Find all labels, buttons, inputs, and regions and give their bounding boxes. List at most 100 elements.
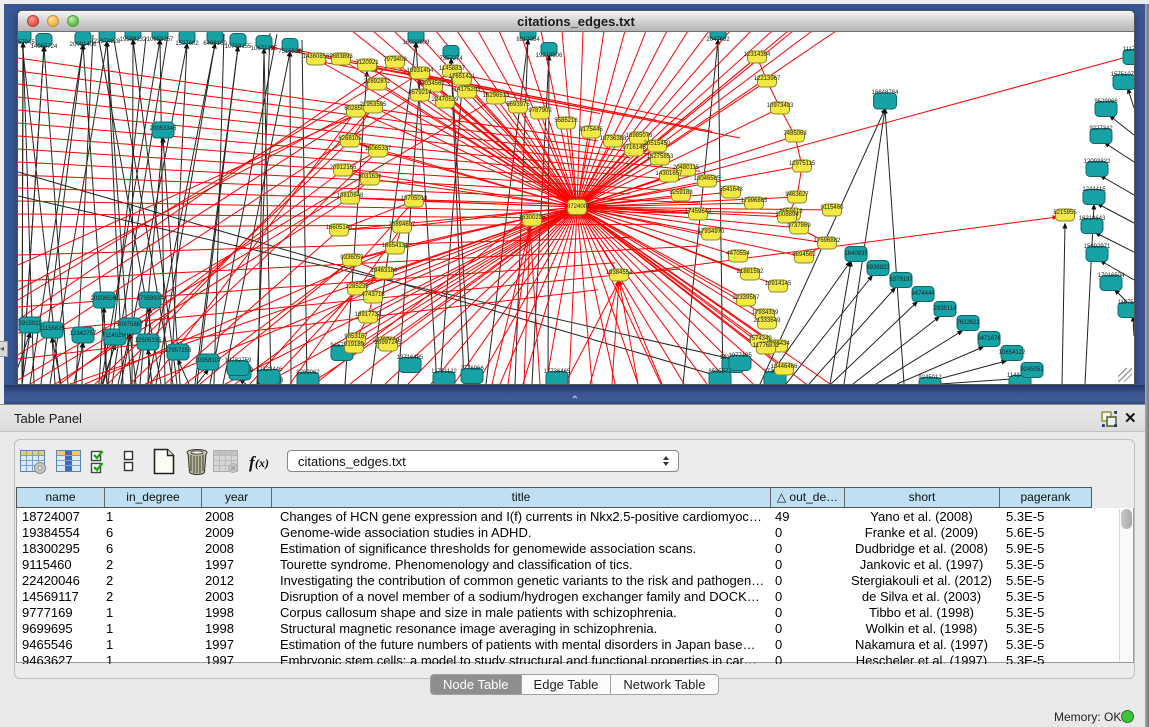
svg-text:12314394: 12314394: [744, 52, 771, 58]
svg-text:3120921: 3120921: [355, 60, 379, 66]
svg-text:17736465: 17736465: [544, 369, 571, 375]
svg-text:1008894: 1008894: [775, 212, 799, 218]
svg-text:19463180: 19463180: [371, 268, 398, 274]
svg-text:13705018: 13705018: [401, 196, 428, 202]
svg-text:18724007: 18724007: [564, 204, 591, 210]
svg-text:11781122: 11781122: [431, 369, 457, 375]
svg-text:17934970: 17934970: [698, 229, 725, 235]
svg-text:(x): (x): [255, 456, 269, 470]
svg-text:14175203: 14175203: [454, 87, 481, 93]
svg-text:13810648: 13810648: [337, 193, 364, 199]
svg-text:6268105: 6268105: [338, 136, 362, 142]
svg-text:18917734: 18917734: [355, 312, 382, 318]
svg-text:8215955: 8215955: [1053, 210, 1077, 216]
svg-text:10958107: 10958107: [195, 358, 222, 364]
svg-text:20997245: 20997245: [375, 340, 402, 346]
svg-text:10654122: 10654122: [999, 350, 1026, 356]
svg-text:9737869: 9737869: [787, 223, 811, 229]
svg-text:16605148: 16605148: [326, 225, 353, 231]
svg-text:7485063: 7485063: [783, 131, 807, 137]
svg-text:8269062: 8269062: [296, 370, 320, 376]
svg-text:15300235: 15300235: [519, 215, 546, 221]
svg-text:6894562: 6894562: [792, 252, 816, 258]
svg-text:5585216: 5585216: [554, 118, 578, 124]
svg-text:22470529: 22470529: [432, 97, 459, 103]
svg-text:1285239: 1285239: [345, 284, 369, 290]
svg-text:13446466: 13446466: [771, 364, 798, 370]
svg-text:12093822: 12093822: [1084, 159, 1111, 165]
svg-text:20515450: 20515450: [644, 141, 671, 147]
svg-text:10719155: 10719155: [225, 44, 252, 50]
svg-text:9883893: 9883893: [329, 54, 353, 60]
svg-text:17996865: 17996865: [741, 198, 768, 204]
svg-text:5541643: 5541643: [719, 187, 743, 193]
svg-text:17957253: 17957253: [165, 348, 192, 354]
svg-text:1167534: 1167534: [1118, 300, 1134, 306]
svg-text:1640935: 1640935: [844, 251, 868, 257]
svg-text:15065337: 15065337: [365, 146, 392, 152]
svg-text:9336057: 9336057: [340, 255, 364, 261]
svg-text:4470554: 4470554: [726, 251, 750, 257]
svg-text:11156829: 11156829: [39, 326, 65, 332]
svg-text:19218506: 19218506: [536, 53, 563, 59]
svg-text:8585577: 8585577: [708, 369, 732, 375]
svg-text:2047682: 2047682: [706, 37, 730, 43]
svg-text:17459643: 17459643: [685, 209, 712, 215]
svg-text:7357274: 7357274: [439, 56, 463, 62]
svg-text:22892872: 22892872: [364, 79, 391, 85]
svg-text:14055724: 14055724: [31, 44, 58, 50]
svg-text:3031636: 3031636: [358, 174, 382, 180]
svg-text:4579214: 4579214: [408, 90, 432, 96]
svg-text:19931404: 19931404: [407, 68, 434, 74]
svg-text:8034562: 8034562: [421, 81, 445, 87]
svg-text:919189: 919189: [344, 342, 365, 348]
svg-text:9227342: 9227342: [1089, 126, 1113, 132]
svg-text:15751074: 15751074: [1111, 72, 1134, 78]
svg-text:21333649: 21333649: [754, 318, 781, 324]
svg-text:19588132: 19588132: [120, 37, 147, 43]
svg-text:10671355: 10671355: [251, 46, 278, 52]
svg-text:12213967: 12213967: [754, 76, 781, 82]
svg-text:7632621: 7632621: [956, 320, 980, 326]
svg-text:9463627: 9463627: [785, 192, 809, 198]
svg-text:10973493: 10973493: [767, 103, 794, 109]
svg-text:12342757: 12342757: [70, 331, 97, 337]
svg-text:5693975: 5693975: [506, 102, 530, 108]
svg-text:19384554: 19384554: [606, 270, 633, 276]
svg-text:9245012: 9245012: [918, 375, 942, 381]
svg-text:19736388: 19736388: [600, 136, 627, 142]
svg-text:18654131: 18654131: [382, 243, 409, 249]
svg-text:7979409: 7979409: [383, 57, 407, 63]
svg-text:10653267: 10653267: [147, 37, 174, 43]
svg-text:10975887: 10975887: [117, 322, 144, 328]
svg-text:15275853: 15275853: [647, 154, 674, 160]
svg-text:16296513: 16296513: [483, 93, 510, 99]
svg-text:8813054: 8813054: [516, 37, 540, 43]
svg-text:21881592: 21881592: [737, 269, 764, 275]
svg-text:16033809: 16033809: [403, 40, 430, 46]
svg-text:1527602: 1527602: [175, 41, 199, 47]
svg-text:9853167: 9853167: [344, 334, 368, 340]
svg-text:21953595: 21953595: [360, 102, 387, 108]
svg-text:20912166: 20912166: [330, 165, 357, 171]
svg-text:18985076: 18985076: [626, 133, 653, 139]
svg-text:11776872: 11776872: [753, 343, 780, 349]
svg-text:20053346: 20053346: [150, 126, 177, 132]
svg-text:12975115: 12975115: [789, 161, 816, 167]
svg-text:10782759: 10782759: [225, 358, 252, 364]
svg-text:2776966: 2776966: [460, 366, 484, 372]
svg-text:20894697: 20894697: [389, 222, 416, 228]
svg-text:14360856: 14360856: [303, 54, 330, 60]
svg-text:14301657: 14301657: [656, 171, 683, 177]
svg-text:10914145: 10914145: [765, 281, 792, 287]
svg-text:2935114: 2935114: [934, 306, 958, 312]
svg-text:8259183: 8259183: [669, 190, 693, 196]
svg-text:8938923: 8938923: [866, 265, 890, 271]
svg-text:9115460: 9115460: [821, 205, 845, 211]
svg-text:8471676: 8471676: [977, 336, 1001, 342]
svg-text:15692971: 15692971: [1084, 244, 1111, 250]
svg-text:6379197: 6379197: [889, 277, 913, 283]
svg-text:1117534: 1117534: [1123, 47, 1134, 53]
svg-text:17016504: 17016504: [1098, 273, 1125, 279]
svg-text:13716485: 13716485: [397, 355, 424, 361]
